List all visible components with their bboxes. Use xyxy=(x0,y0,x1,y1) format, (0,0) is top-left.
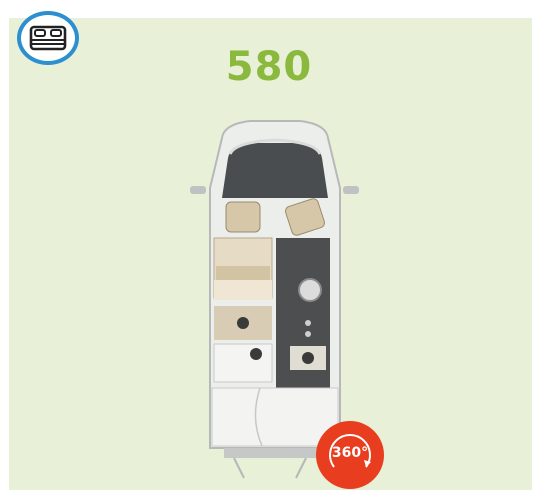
model-title: 580 xyxy=(225,44,313,90)
view-360-button[interactable]: 360° xyxy=(316,421,384,489)
view-360-label: 360° xyxy=(331,445,369,461)
